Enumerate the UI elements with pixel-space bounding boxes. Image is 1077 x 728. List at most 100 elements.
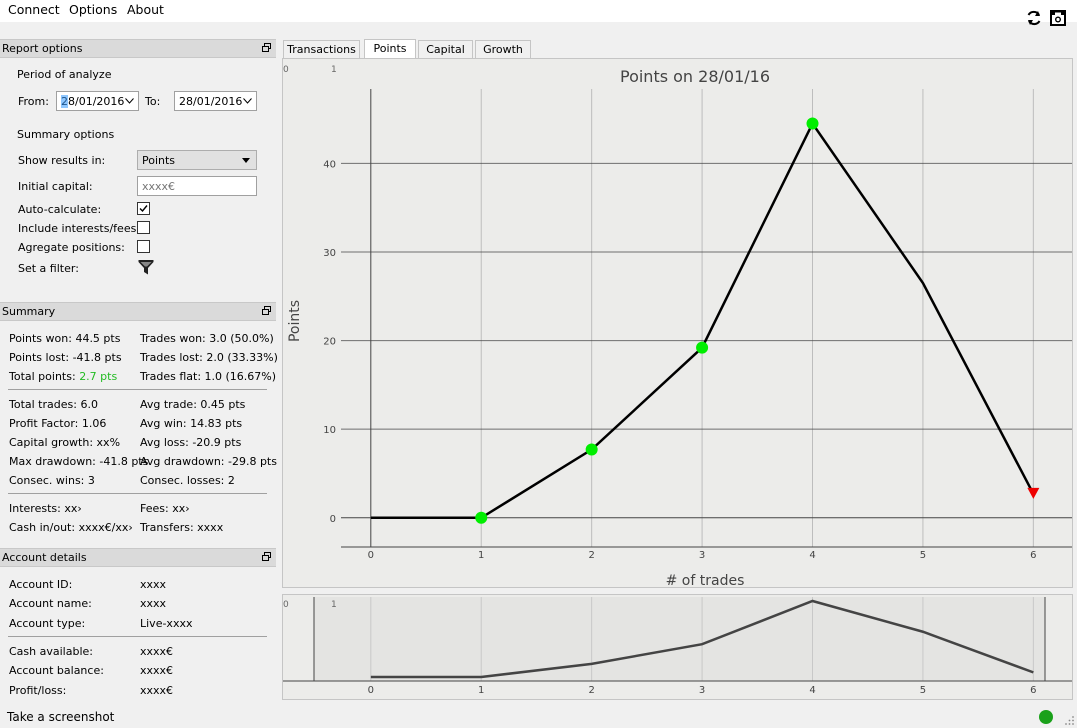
tab-capital[interactable]: Capital: [418, 40, 473, 59]
cash-available-value: xxxx€: [140, 645, 174, 658]
checkmark-icon: [139, 205, 148, 213]
divider: [8, 493, 267, 494]
transfers: Transfers: xxxx: [140, 521, 224, 534]
report-options-title-bar: Report options: [0, 39, 276, 58]
aggregate-label: Agregate positions:: [18, 241, 125, 254]
account-balance-label: Account balance:: [9, 664, 104, 677]
y-tick-label: 40: [323, 159, 336, 170]
report-options-title: Report options: [2, 42, 83, 55]
avg-loss: Avg loss: -20.9 pts: [140, 436, 242, 449]
initial-capital-label: Initial capital:: [18, 180, 93, 193]
resize-grip-icon[interactable]: [1064, 715, 1075, 726]
points-lost: Points lost: -41.8 pts: [9, 351, 122, 364]
auto-calc-label: Auto-calculate:: [18, 203, 102, 216]
fees: Fees: xx›: [140, 502, 190, 515]
x-axis-label: # of trades: [666, 573, 745, 587]
trades-won: Trades won: 3.0 (50.0%): [140, 332, 274, 345]
winning-trade-marker: [806, 117, 819, 130]
float-icon[interactable]: [262, 43, 271, 52]
x-tick-label: 2: [588, 550, 594, 561]
show-results-label: Show results in:: [18, 154, 106, 167]
chevron-down-icon[interactable]: [125, 98, 134, 104]
filter-icon[interactable]: [138, 259, 154, 275]
account-id-label: Account ID:: [9, 578, 73, 591]
x-tick-label: 4: [809, 550, 815, 561]
y-axis-label: Points: [287, 300, 303, 342]
account-name-label: Account name:: [9, 597, 92, 610]
total-points-label: Total points:: [9, 370, 80, 383]
avg-trade: Avg trade: 0.45 pts: [140, 398, 246, 411]
tab-growth[interactable]: Growth: [475, 40, 531, 59]
account-details-title: Account details: [2, 551, 87, 564]
total-points-value: 2.7 pts: [79, 370, 118, 383]
x-tick-label: 5: [920, 550, 926, 561]
corner-label: 0: [283, 65, 289, 75]
winning-trade-marker: [585, 443, 598, 456]
chart-panel: 0 1 2 3 4 5 6 0 10 20 30 40 Points on 28/01/16 # of…: [282, 58, 1073, 588]
navigator-selection[interactable]: [314, 597, 1045, 681]
from-date-field[interactable]: 28/01/2016: [56, 91, 139, 111]
account-type-value: Live-xxxx: [140, 617, 193, 630]
include-interests-checkbox[interactable]: [137, 221, 150, 234]
y-tick-label: 30: [323, 248, 336, 259]
menu-about[interactable]: About: [127, 2, 164, 17]
y-tick-label: 0: [330, 514, 336, 525]
max-drawdown: Max drawdown: -41.8 pts: [9, 455, 149, 468]
to-date-value: 28/01/2016: [179, 95, 243, 108]
y-tick-label: 10: [323, 425, 336, 436]
avg-drawdown: Avg drawdown: -29.8 pts: [140, 455, 277, 468]
corner-label: 1: [331, 600, 337, 610]
refresh-icon[interactable]: [1025, 9, 1043, 27]
include-interests-label: Include interests/fees:: [18, 222, 141, 235]
text-selection-highlight: [61, 95, 68, 108]
aggregate-checkbox[interactable]: [137, 240, 150, 253]
summary-title-bar: Summary: [0, 302, 276, 321]
profit-factor: Profit Factor: 1.06: [9, 417, 107, 430]
corner-label: 0: [283, 600, 289, 610]
account-type-label: Account type:: [9, 617, 86, 630]
to-label: To:: [145, 95, 161, 108]
points-chart[interactable]: 0 1 2 3 4 5 6010203040 Points on 28/01/16 # of…: [283, 59, 1072, 587]
account-details-title-bar: Account details: [0, 548, 276, 567]
capital-growth: Capital growth: xx%: [9, 436, 121, 449]
account-id-value: xxxx: [140, 578, 167, 591]
total-trades: Total trades: 6.0: [9, 398, 98, 411]
menu-options[interactable]: Options: [69, 2, 117, 17]
menu-bar: Connect Options About: [0, 0, 1077, 22]
chart-title: Points on 28/01/16: [620, 67, 770, 86]
cash-in-out: Cash in/out: xxxx€/xx›: [9, 521, 133, 534]
tab-transactions[interactable]: Transactions: [283, 40, 360, 59]
tab-points[interactable]: Points: [364, 39, 416, 59]
show-results-select[interactable]: Points: [137, 150, 257, 170]
camera-icon[interactable]: [1049, 9, 1067, 27]
x-tick-label: 0: [368, 550, 374, 561]
x-tick-label: 1: [478, 550, 484, 561]
auto-calc-checkbox[interactable]: [137, 202, 150, 215]
points-won: Points won: 44.5 pts: [9, 332, 121, 345]
dropdown-arrow-icon[interactable]: [242, 158, 250, 163]
navigator-tick-label: 5: [920, 685, 926, 696]
float-icon[interactable]: [262, 306, 271, 315]
losing-trade-marker: [1027, 487, 1040, 499]
consec-wins: Consec. wins: 3: [9, 474, 95, 487]
to-date-field[interactable]: 28/01/2016: [174, 91, 257, 111]
navigator-panel: 0 1 2 3 4 5 6 0 1: [282, 594, 1073, 700]
x-tick-label: 3: [699, 550, 705, 561]
navigator-chart[interactable]: 0 1 2 3 4 5 6 0 1: [283, 595, 1072, 699]
navigator-tick-label: 3: [699, 685, 705, 696]
y-tick-label: 20: [323, 337, 336, 348]
navigator-tick-label: 2: [588, 685, 594, 696]
consec-losses: Consec. losses: 2: [140, 474, 235, 487]
divider: [8, 636, 267, 637]
divider: [8, 389, 267, 390]
initial-capital-input[interactable]: [137, 176, 257, 196]
navigator-tick-label: 1: [478, 685, 484, 696]
float-icon[interactable]: [262, 552, 271, 561]
menu-connect[interactable]: Connect: [8, 2, 60, 17]
period-label: Period of analyze: [17, 68, 112, 81]
cash-available-label: Cash available:: [9, 645, 93, 658]
from-date-value: 28/01/2016: [61, 95, 125, 108]
account-balance-value: xxxx€: [140, 664, 174, 677]
chevron-down-icon[interactable]: [243, 98, 252, 104]
winning-trade-marker: [475, 511, 488, 524]
